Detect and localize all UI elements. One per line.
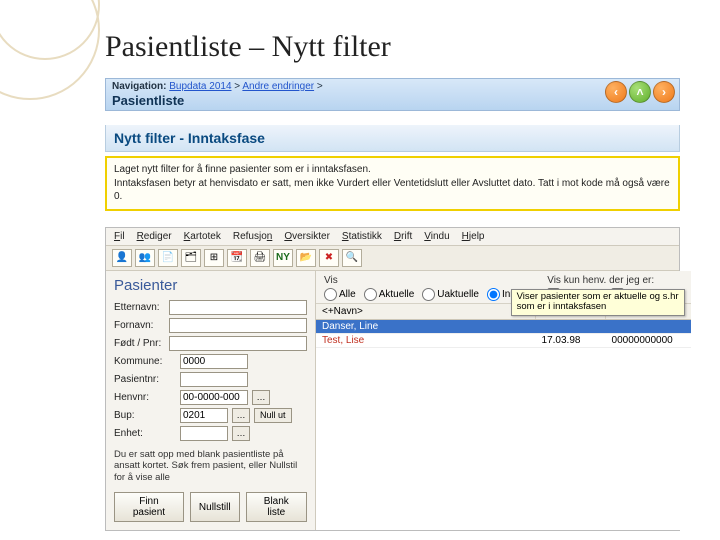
tb-folder-icon[interactable]: 🗂 bbox=[181, 249, 201, 267]
lbl-kommune: Kommune: bbox=[114, 356, 176, 367]
info-line2: Inntaksfasen betyr at henvisdato er satt… bbox=[114, 177, 671, 204]
bup-lookup-button[interactable]: … bbox=[232, 408, 250, 423]
pasientnr-input[interactable] bbox=[180, 372, 248, 387]
tb-calendar-icon[interactable]: 📆 bbox=[227, 249, 247, 267]
fodt-input[interactable] bbox=[169, 336, 307, 351]
menu-fil[interactable]: Fil bbox=[114, 231, 125, 242]
henvnr-input[interactable] bbox=[180, 390, 248, 405]
lbl-etternavn: Etternavn: bbox=[114, 302, 165, 313]
menu-oversikter[interactable]: Oversikter bbox=[284, 231, 330, 242]
etternavn-input[interactable] bbox=[169, 300, 307, 315]
search-pane: Pasienter Etternavn: Fornavn: Født / Pnr… bbox=[106, 271, 316, 531]
menu-rediger[interactable]: Rediger bbox=[137, 231, 172, 242]
nav-label: Navigation: bbox=[112, 81, 166, 92]
pane-title: Pasienter bbox=[114, 277, 307, 294]
lbl-fornavn: Fornavn: bbox=[114, 320, 165, 331]
lbl-pasientnr: Pasientnr: bbox=[114, 374, 176, 385]
list-row[interactable]: Danser, Line bbox=[316, 320, 691, 334]
menu-statistikk[interactable]: Statistikk bbox=[342, 231, 382, 242]
nav-up-icon[interactable]: ˄ bbox=[629, 81, 651, 103]
enhet-lookup-button[interactable]: … bbox=[232, 426, 250, 441]
fornavn-input[interactable] bbox=[169, 318, 307, 333]
kommune-input[interactable] bbox=[180, 354, 248, 369]
app-window: Fil Rediger Kartotek Refusjon Oversikter… bbox=[105, 227, 680, 532]
info-line1: Laget nytt filter for å finne pasienter … bbox=[114, 163, 671, 177]
lbl-bup: Bup: bbox=[114, 410, 176, 421]
tb-grid-icon[interactable]: ⊞ bbox=[204, 249, 224, 267]
col-name[interactable]: <+Navn> bbox=[316, 304, 536, 319]
menu-drift[interactable]: Drift bbox=[394, 231, 412, 242]
radio-uaktuelle[interactable]: Uaktuelle bbox=[422, 288, 479, 301]
page-title: Pasientliste bbox=[112, 93, 673, 108]
nav-bar: Navigation: Bupdata 2014 > Andre endring… bbox=[105, 78, 680, 111]
tb-new-icon[interactable]: NY bbox=[273, 249, 293, 267]
henvnr-lookup-button[interactable]: … bbox=[252, 390, 270, 405]
tb-close-icon[interactable]: ✖ bbox=[319, 249, 339, 267]
menu-refusjon[interactable]: Refusjon bbox=[233, 231, 272, 242]
tooltip: Viser pasienter som er aktuelle og s.hr … bbox=[511, 289, 685, 317]
section-heading: Nytt filter - Inntaksfase bbox=[105, 125, 680, 152]
list-pane: Vis Alle Aktuelle Uaktuelle Inntak Vis k… bbox=[316, 271, 691, 531]
enhet-input[interactable] bbox=[180, 426, 228, 441]
nav-fwd-icon[interactable]: › bbox=[653, 81, 675, 103]
chk-header: Vis kun henv. der jeg er: bbox=[547, 275, 682, 286]
blank-button[interactable]: Blank liste bbox=[246, 492, 307, 522]
tb-search-icon[interactable]: 🔍 bbox=[342, 249, 362, 267]
nav-back-icon[interactable]: ‹ bbox=[605, 81, 627, 103]
crumb-bupdata[interactable]: Bupdata 2014 bbox=[169, 81, 231, 92]
toolbar: 👤 👥 📄 🗂 ⊞ 📆 🖨 NY 📂 ✖ 🔍 bbox=[106, 246, 679, 271]
radio-aktuelle[interactable]: Aktuelle bbox=[364, 288, 415, 301]
lbl-henvnr: Henvnr: bbox=[114, 392, 176, 403]
tb-person-icon[interactable]: 👤 bbox=[112, 249, 132, 267]
radio-alle[interactable]: Alle bbox=[324, 288, 356, 301]
crumb-andre[interactable]: Andre endringer bbox=[242, 81, 314, 92]
list-row[interactable]: Test, Lise 17.03.98 00000000000 bbox=[316, 334, 691, 348]
menu-kartotek[interactable]: Kartotek bbox=[184, 231, 221, 242]
hint-text: Du er satt opp med blank pasientliste på… bbox=[114, 449, 307, 485]
vis-label: Vis bbox=[324, 275, 529, 286]
menu-bar: Fil Rediger Kartotek Refusjon Oversikter… bbox=[106, 228, 679, 246]
tb-open-icon[interactable]: 📂 bbox=[296, 249, 316, 267]
lbl-fodt: Født / Pnr: bbox=[114, 338, 165, 349]
slide-title: Pasientliste – Nytt filter bbox=[0, 0, 720, 78]
breadcrumb: Navigation: Bupdata 2014 > Andre endring… bbox=[112, 81, 673, 92]
reset-button[interactable]: Nullstill bbox=[190, 492, 240, 522]
menu-vindu[interactable]: Vindu bbox=[424, 231, 449, 242]
info-box: Laget nytt filter for å finne pasienter … bbox=[105, 156, 680, 211]
tb-people-icon[interactable]: 👥 bbox=[135, 249, 155, 267]
menu-hjelp[interactable]: Hjelp bbox=[462, 231, 485, 242]
tb-print-icon[interactable]: 🖨 bbox=[250, 249, 270, 267]
bup-input[interactable] bbox=[180, 408, 228, 423]
lbl-enhet: Enhet: bbox=[114, 428, 176, 439]
nullut-button[interactable]: Null ut bbox=[254, 408, 292, 423]
find-button[interactable]: Finn pasient bbox=[114, 492, 184, 522]
tb-doc-icon[interactable]: 📄 bbox=[158, 249, 178, 267]
